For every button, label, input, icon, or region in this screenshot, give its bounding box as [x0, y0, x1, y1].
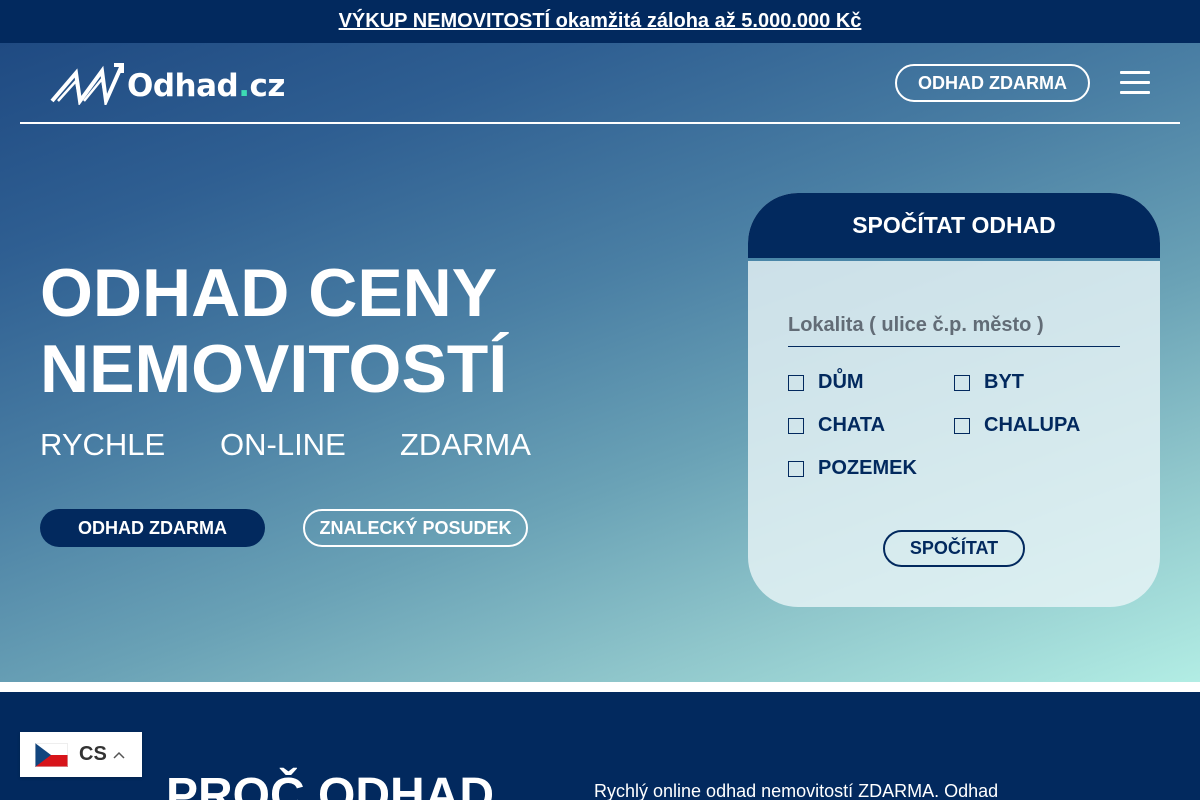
tagline-fast: RYCHLE — [40, 427, 166, 462]
promo-banner: VÝKUP NEMOVITOSTÍ okamžitá záloha až 5.0… — [0, 0, 1200, 43]
checkbox-box[interactable] — [954, 374, 970, 391]
checkbox-land[interactable]: POZEMEK — [788, 457, 917, 480]
checkbox-flat[interactable]: BYT — [954, 371, 1024, 394]
logo-text-dot: . — [238, 68, 250, 104]
checkbox-house[interactable]: DŮM — [788, 371, 864, 394]
free-estimate-button[interactable]: ODHAD ZDARMA — [40, 509, 265, 547]
checkbox-farmhouse[interactable]: CHALUPA — [954, 414, 1080, 437]
czech-flag-icon — [35, 742, 68, 767]
chevron-up-icon — [113, 751, 125, 759]
site-header: Odhad.cz ODHAD ZDARMA — [20, 43, 1180, 124]
site-logo[interactable]: Odhad.cz — [50, 61, 285, 105]
checkbox-box[interactable] — [788, 417, 804, 434]
why-section: PROČ ODHAD Rychlý online odhad nemovitos… — [0, 692, 1200, 800]
logo-chart-icon — [50, 63, 124, 105]
checkbox-label: POZEMEK — [818, 457, 917, 479]
checkbox-label: DŮM — [818, 371, 864, 393]
checkbox-cottage[interactable]: CHATA — [788, 414, 885, 437]
checkbox-box[interactable] — [788, 374, 804, 391]
hamburger-icon[interactable] — [1120, 71, 1150, 95]
hero-tagline: RYCHLE ON-LINE ZDARMA — [40, 427, 531, 463]
checkbox-label: CHALUPA — [984, 414, 1081, 436]
language-switcher[interactable]: CS — [20, 732, 142, 777]
estimate-calculator: SPOČÍTAT ODHAD DŮM BYT CHATA CHALUPA POZ… — [748, 193, 1160, 607]
tagline-free: ZDARMA — [400, 427, 531, 462]
why-section-title: PROČ ODHAD — [166, 769, 495, 800]
location-input[interactable] — [788, 305, 1120, 347]
hero-title: ODHAD CENY NEMOVITOSTÍ — [40, 255, 507, 407]
calculator-title: SPOČÍTAT ODHAD — [748, 193, 1160, 261]
checkbox-box[interactable] — [788, 460, 804, 477]
why-section-text: Rychlý online odhad nemovitostí ZDARMA. … — [594, 781, 999, 800]
checkbox-box[interactable] — [954, 417, 970, 434]
hero-title-line2: NEMOVITOSTÍ — [40, 331, 508, 407]
checkbox-label: BYT — [984, 371, 1024, 393]
logo-wordmark: Odhad.cz — [127, 58, 285, 108]
hero-title-line1: ODHAD CENY — [40, 255, 498, 331]
language-code: CS — [79, 743, 107, 765]
hero-section: Odhad.cz ODHAD ZDARMA ODHAD CENY NEMOVIT… — [0, 43, 1200, 682]
expert-report-button[interactable]: ZNALECKÝ POSUDEK — [303, 509, 528, 547]
calculate-button[interactable]: SPOČÍTAT — [883, 530, 1025, 567]
checkbox-label: CHATA — [818, 414, 886, 436]
tagline-online: ON-LINE — [220, 427, 346, 462]
promo-banner-link[interactable]: VÝKUP NEMOVITOSTÍ okamžitá záloha až 5.0… — [339, 10, 862, 33]
logo-text-main: Odhad — [127, 68, 239, 104]
logo-text-tld: cz — [249, 68, 286, 104]
header-estimate-button[interactable]: ODHAD ZDARMA — [895, 64, 1090, 102]
